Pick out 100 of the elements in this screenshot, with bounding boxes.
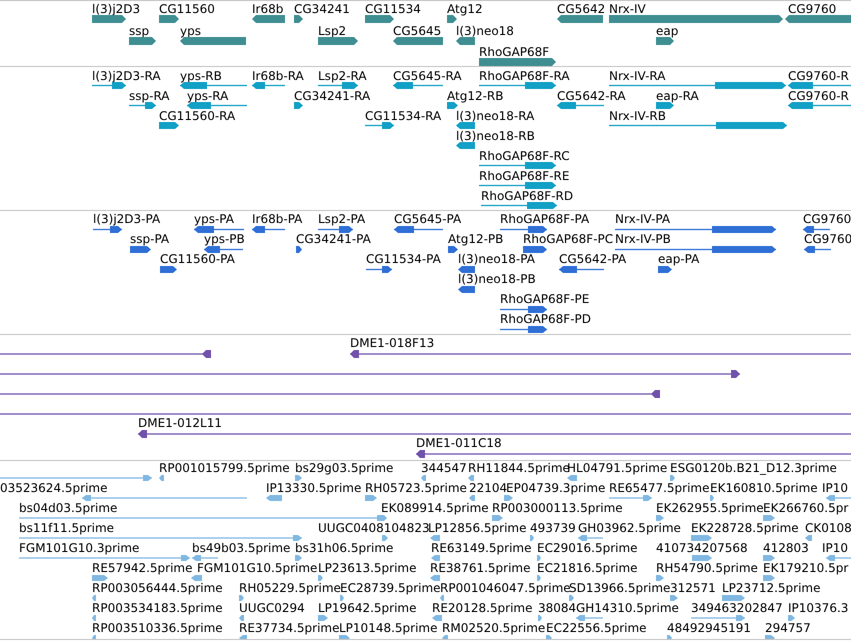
- est-label: RP003534183.5prime: [92, 602, 223, 614]
- transcript-label: l(3)neo18-RA: [456, 110, 534, 122]
- protein-label: CG5642-PA: [559, 253, 626, 265]
- est-label: GH03962.5prime: [578, 522, 681, 534]
- est-label: FGM101G10.3prime: [19, 542, 140, 554]
- est-label: LP23613.5prime: [318, 562, 417, 574]
- est-label: IP10: [822, 482, 848, 494]
- est-label: GH14310.5prime: [576, 602, 679, 614]
- est-label: IP13330.5prime: [266, 482, 362, 494]
- est-label: RP001046047.5prime: [440, 582, 571, 594]
- est-label: 03523624.5prime: [0, 482, 108, 494]
- est-label: RP003510336.5prime: [92, 622, 223, 634]
- protein-label: Nrx-IV-PB: [615, 233, 671, 245]
- transcript-label: RhoGAP68F-RC: [479, 150, 570, 162]
- est-label: 493739: [530, 522, 576, 534]
- est-label: EK262955.5prime: [656, 502, 764, 514]
- transcript-label: Ir68b-RA: [252, 70, 304, 82]
- transcript-label: Nrx-IV-RA: [609, 70, 666, 82]
- est-label: RP003056444.5prime: [92, 582, 223, 594]
- est-label: EK228728.5prime: [691, 522, 799, 534]
- protein-label: Atg12-PB: [448, 233, 504, 245]
- transcript-label: ssp-RA: [129, 90, 170, 102]
- protein-label: CG11560-PA: [160, 253, 235, 265]
- transcript-label: Nrx-IV-RB: [609, 110, 666, 122]
- protein-label: l(3)neo18-PB: [458, 273, 536, 285]
- est-label: EK160810.5prime: [710, 482, 818, 494]
- gene-label: ssp: [129, 25, 150, 37]
- clone-label: DME1-012L11: [138, 417, 222, 429]
- est-label: RE38761.5prime: [430, 562, 530, 574]
- est-label: LP19642.5prime: [318, 602, 417, 614]
- protein-label: RhoGAP68F-PE: [500, 293, 590, 305]
- est-label: 38084: [538, 602, 576, 614]
- est-label: EK266760.5pr: [763, 502, 848, 514]
- transcript-label: RhoGAP68F-RE: [479, 170, 570, 182]
- protein-label: Lsp2-PA: [318, 213, 366, 225]
- protein-label: ssp-PA: [130, 233, 170, 245]
- transcript-label: CG9760-R: [788, 70, 849, 82]
- est-label: EP04739.3prime: [506, 482, 606, 494]
- protein-label: CG5645-PA: [394, 213, 462, 225]
- gene-label: CG34241: [294, 3, 350, 15]
- est-label: EC22556.5prime: [546, 622, 647, 634]
- clone-label: DME1-018F13: [350, 337, 434, 349]
- est-label: RH54790.5prime: [656, 562, 758, 574]
- est-label: RH11844.5prime: [468, 462, 570, 474]
- gene-label: eap: [656, 25, 678, 37]
- gene-label: CG5645: [393, 25, 442, 37]
- transcript-label: yps-RB: [180, 70, 222, 82]
- est-label: 22104: [469, 482, 508, 494]
- transcript-label: Lsp2-RA: [318, 70, 367, 82]
- transcript-label: CG11534-RA: [365, 110, 442, 122]
- est-label: UUGC0294: [239, 602, 305, 614]
- est-label: 312571: [670, 582, 716, 594]
- transcript-label: CG5642-RA: [557, 90, 626, 102]
- est-label: 294757: [765, 622, 811, 634]
- protein-label: yps-PB: [204, 233, 245, 245]
- transcript-label: yps-RA: [187, 90, 228, 102]
- gene-label: Atg12: [447, 3, 483, 15]
- gene-label: Lsp2: [318, 25, 346, 37]
- est-label: bs31h06.5prime: [295, 542, 394, 554]
- protein-label: RhoGAP68F-PC: [523, 233, 614, 245]
- protein-label: CG9760: [803, 213, 851, 225]
- est-label: SD13966.5prime: [569, 582, 670, 594]
- est-label: RE37734.5prime: [239, 622, 340, 634]
- transcript-label: RhoGAP68F-RA: [479, 70, 570, 82]
- est-label: UUGC0408104823: [318, 522, 430, 534]
- transcript-label: CG9760-R: [788, 90, 849, 102]
- est-label: bs04d03.5prime: [19, 502, 118, 514]
- est-label: HL04791.5prime: [567, 462, 668, 474]
- est-label: LP23712.5prime: [722, 582, 821, 594]
- est-label: 412803: [763, 542, 809, 554]
- est-label: 48492945191: [667, 622, 751, 634]
- gene-label: l(3)j2D3: [92, 3, 140, 15]
- protein-label: l(3)neo18-PA: [458, 253, 535, 265]
- gene-label: Ir68b: [252, 3, 284, 15]
- est-label: RP001015799.5prime: [159, 462, 290, 474]
- est-label: LP12856.5prime: [428, 522, 527, 534]
- est-label: RE63149.5prime: [431, 542, 532, 554]
- est-label: RM02520.5prime: [442, 622, 546, 634]
- transcript-label: l(3)neo18-RB: [456, 130, 535, 142]
- est-label: IP10: [822, 542, 848, 554]
- gene-label: CG11534: [365, 3, 421, 15]
- transcript-label: CG34241-RA: [294, 90, 370, 102]
- protein-label: yps-PA: [194, 213, 234, 225]
- protein-label: eap-PA: [658, 253, 700, 265]
- est-label: RE65477.5prime: [609, 482, 710, 494]
- est-label: 344547: [421, 462, 467, 474]
- protein-label: RhoGAP68F-PA: [500, 213, 590, 225]
- gene-label: CG9760: [788, 3, 836, 15]
- est-label: 349463202847: [691, 602, 783, 614]
- protein-label: CG34241-PA: [296, 233, 371, 245]
- gene-label: Nrx-IV: [609, 3, 646, 15]
- est-label: EC28739.5prime: [340, 582, 441, 594]
- protein-label: l(3)j2D3-PA: [93, 213, 160, 225]
- est-label: bs49b03.5prime: [192, 542, 290, 554]
- est-label: ESG0120b.B21_D12.3prime: [670, 462, 837, 474]
- est-label: RH05723.5prime: [365, 482, 467, 494]
- transcript-label: Atg12-RB: [447, 90, 504, 102]
- est-label: bs11f11.5prime: [19, 522, 114, 534]
- est-label: RE20128.5prime: [432, 602, 532, 614]
- protein-label: CG11534-PA: [366, 253, 441, 265]
